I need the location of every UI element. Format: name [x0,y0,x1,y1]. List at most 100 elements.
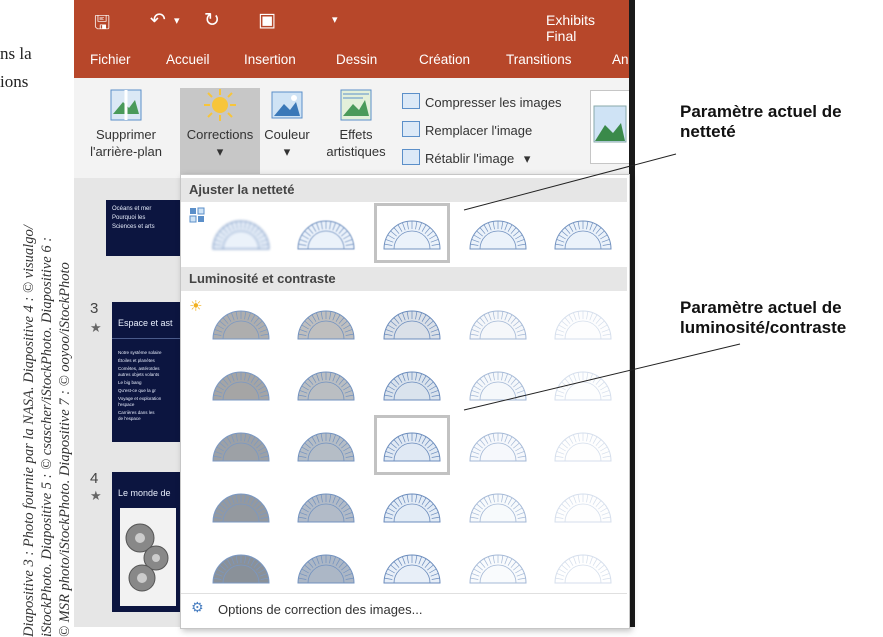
save-icon[interactable]: 🖫 [94,9,110,41]
color-dropdown-icon: ▾ [283,144,291,159]
brightness-contrast-preset[interactable] [545,293,621,353]
page-text-line-2: ions [0,72,29,91]
brightness-contrast-preset[interactable] [460,293,536,353]
ribbon-tabs: Fichier Accueil Insertion Dessin Créatio… [74,42,629,78]
undo-icon[interactable]: ↶ [150,9,166,31]
slide-3-bullet: Notre système solaire [118,350,162,355]
brightness-contrast-preset[interactable] [203,415,279,475]
animation-star-icon: ★ [90,488,102,503]
artistic-effects-icon [339,88,373,122]
sun-icon [203,88,237,122]
tab-dessin[interactable]: Dessin [336,52,377,67]
gallery-divider [181,593,627,594]
brightness-contrast-preset[interactable] [545,354,621,414]
slide-number: 3 [90,300,99,317]
compress-pictures-button[interactable]: Compresser les images [402,93,562,110]
brightness-contrast-preset[interactable] [203,537,279,597]
artistic-effects-label: Effets artistiques [326,127,386,159]
sharpness-preset[interactable] [545,203,621,263]
picture-style-gallery[interactable] [590,90,629,164]
brightness-contrast-preset[interactable] [460,476,536,536]
callout-brightness-contrast: Paramètre actuel de luminosité/contraste [680,298,847,337]
corrections-button[interactable]: Corrections ▾ [180,88,260,174]
photo-credit-line-2: iStockPhoto. Diapositive 5 : © csascher/… [39,236,55,637]
callout-sharpness: Paramètre actuel de netteté [680,102,842,141]
slide-4-title: Le monde de [118,488,171,498]
slide-3-bullet: Le big bang [118,380,142,385]
slide-3-bullet: de l'espace [118,416,141,421]
brightness-contrast-preset[interactable] [460,415,536,475]
brightness-contrast-preset[interactable] [374,476,450,536]
color-label: Couleur [264,127,310,142]
brightness-contrast-section-header: Luminosité et contraste [181,267,627,291]
slide-2-bullet: Pourquoi les [112,215,146,221]
tab-creation[interactable]: Création [419,52,470,67]
brightness-contrast-preset[interactable] [374,354,450,414]
slide-3-bullet: Carrières dans les [118,410,155,415]
corrections-dropdown-icon: ▾ [216,144,224,159]
brightness-contrast-preset[interactable] [460,537,536,597]
slide-divider [112,338,184,339]
brightness-contrast-preset[interactable] [288,415,364,475]
tab-accueil[interactable]: Accueil [166,52,210,67]
tab-transitions[interactable]: Transitions [506,52,572,67]
brightness-contrast-preset[interactable] [374,293,450,353]
brightness-contrast-preset[interactable] [288,354,364,414]
slide-3-bullet: Qu'est-ce que la gr [118,388,156,393]
change-picture-icon [402,121,420,137]
sharpness-preset[interactable] [203,203,279,263]
undo-dropdown-icon[interactable]: ▾ [174,14,180,27]
slide-thumbnail-3[interactable]: Espace et ast Notre système solaire Étoi… [112,302,184,442]
brightness-contrast-preset[interactable] [545,537,621,597]
sharpness-preset[interactable] [374,203,450,263]
present-from-start-icon[interactable]: ▣ [258,9,276,31]
slide-thumbnail-2[interactable]: Océans et mer Pourquoi les Sciences et a… [106,200,184,256]
brightness-contrast-preset[interactable] [288,293,364,353]
slide-3-bullet: l'espace [118,402,135,407]
slide-thumbnail-pane: Océans et mer Pourquoi les Sciences et a… [74,178,184,627]
customize-toolbar-icon[interactable]: ▾ [332,13,338,26]
change-picture-button[interactable]: Remplacer l'image [402,121,532,138]
reset-picture-icon [402,149,420,165]
tab-animations[interactable]: Ani [612,52,629,67]
slide-3-bullet: Voyage et exploration [118,396,162,401]
brightness-contrast-preset[interactable] [374,415,450,475]
window-title: Exhibits Final [546,12,596,44]
redo-icon[interactable]: ↻ [204,9,220,31]
corrections-gallery: Ajuster la netteté Luminosité et contras… [180,174,630,629]
photo-credit: Diapositive 3 : Photo fournie par la NAS… [20,157,74,637]
correction-options-label: Options de correction des images... [218,602,423,617]
compress-label: Compresser les images [425,95,562,110]
sharpness-preset[interactable] [460,203,536,263]
correction-options-icon: ⚙ [191,600,204,616]
slide-3-bullet: Comètes, astéroïdes [118,366,160,371]
tab-fichier[interactable]: Fichier [90,52,131,67]
remove-background-label: Supprimer l'arrière-plan [90,127,162,159]
sun-icon: ☀ [189,297,203,315]
tab-insertion[interactable]: Insertion [244,52,296,67]
brightness-contrast-preset[interactable] [545,415,621,475]
reset-dropdown-icon[interactable]: ▾ [524,151,531,166]
sharpness-section-header: Ajuster la netteté [181,178,627,202]
picture-color-icon [270,88,304,122]
brightness-contrast-preset[interactable] [288,537,364,597]
brightness-contrast-preset[interactable] [288,476,364,536]
artistic-effects-button[interactable]: Effets artistiques [318,88,394,160]
compress-icon [402,93,420,109]
brightness-contrast-preset[interactable] [203,293,279,353]
page-text-line-1: ns la [0,44,32,63]
slide-number: 4 [90,470,99,487]
brightness-contrast-preset[interactable] [374,537,450,597]
brightness-contrast-preset[interactable] [203,476,279,536]
change-picture-label: Remplacer l'image [425,123,533,138]
brightness-contrast-preset[interactable] [545,476,621,536]
sharpness-preset[interactable] [288,203,364,263]
color-button[interactable]: Couleur ▾ [260,88,314,160]
slide-thumbnail-4[interactable]: Le monde de [112,472,184,612]
remove-background-button[interactable]: Supprimer l'arrière-plan [78,88,174,160]
brightness-contrast-preset[interactable] [203,354,279,414]
ribbon: Supprimer l'arrière-plan Corrections ▾ C… [74,78,629,179]
brightness-contrast-preset[interactable] [460,354,536,414]
reset-picture-button[interactable]: Rétablir l'image ▾ [402,149,530,167]
picture-correction-options-button[interactable]: ⚙ Options de correction des images... [181,595,627,626]
